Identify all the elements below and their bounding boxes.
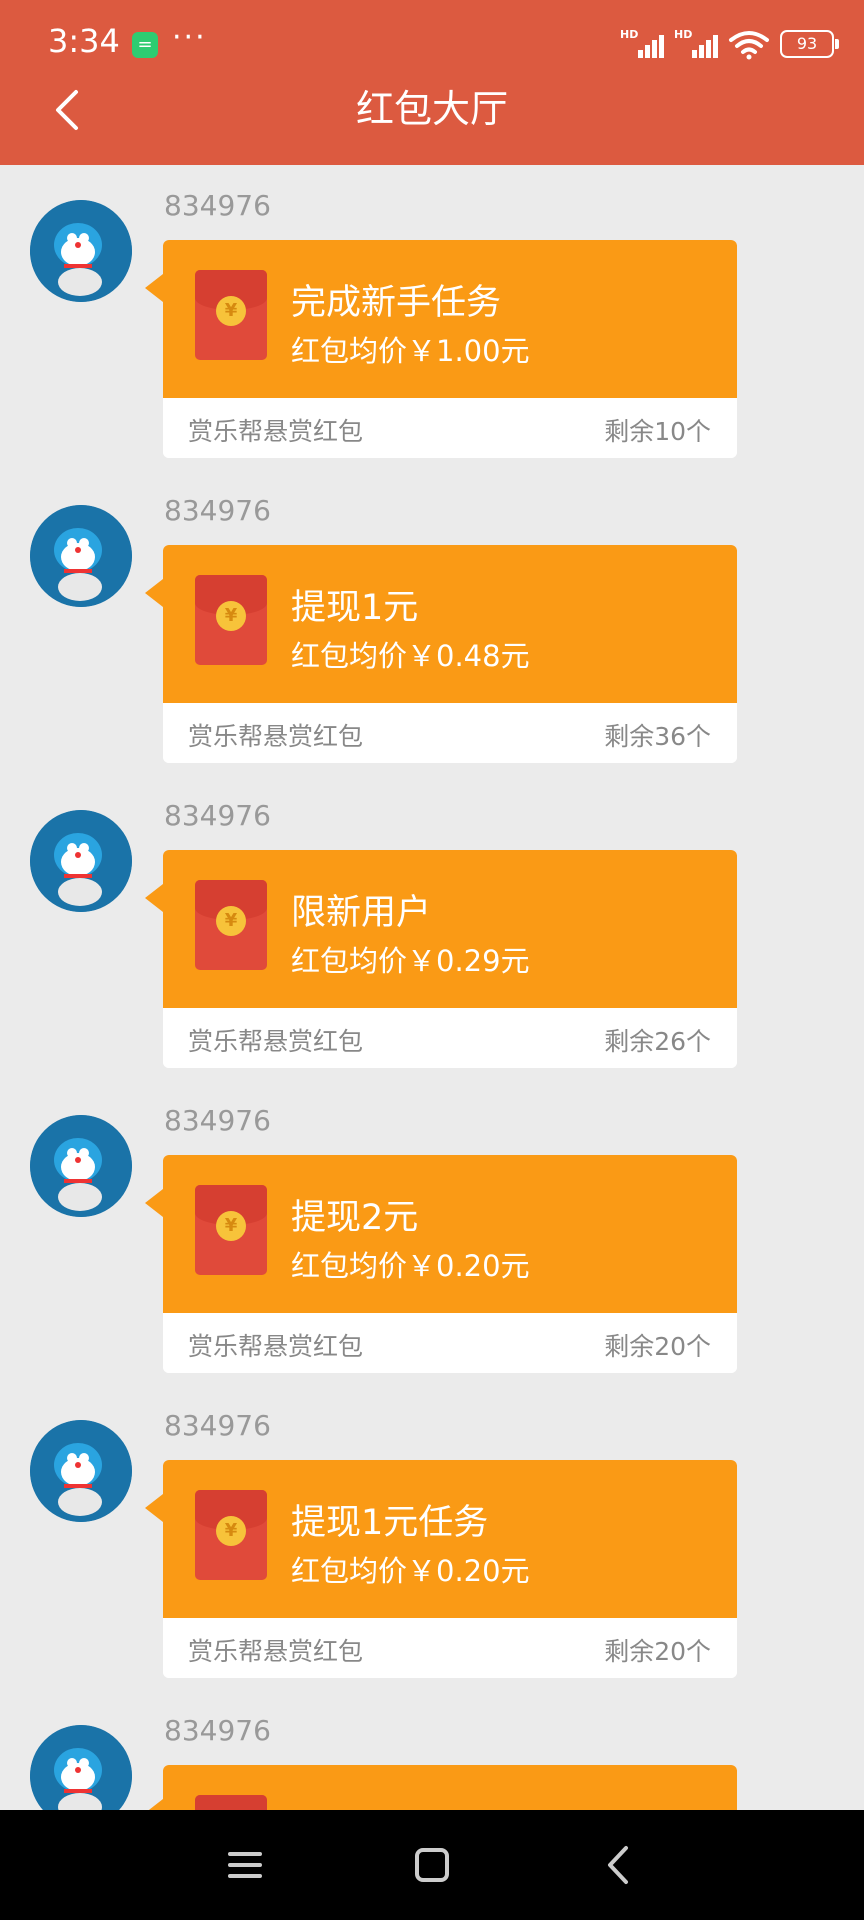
card-footer: 赏乐帮悬赏红包 剩余20个 xyxy=(163,1313,737,1373)
red-envelope-icon: ¥ xyxy=(195,1490,267,1580)
card-footer: 赏乐帮悬赏红包 剩余36个 xyxy=(163,703,737,763)
card-footer: 赏乐帮悬赏红包 剩余20个 xyxy=(163,1618,737,1678)
remaining-count: 剩余20个 xyxy=(604,1637,711,1666)
page-title: 红包大厅 xyxy=(355,87,508,131)
battery-level: 93 xyxy=(796,34,818,53)
wifi-icon xyxy=(729,31,769,60)
bubble-arrow xyxy=(145,1189,163,1217)
red-envelope-card[interactable]: ¥ xyxy=(163,1765,737,1810)
card-header: ¥ xyxy=(163,1765,737,1810)
sender-name: 834976 xyxy=(164,1714,271,1747)
more-notifications-icon: ··· xyxy=(172,20,207,55)
card-footer: 赏乐帮悬赏红包 剩余10个 xyxy=(163,398,737,458)
status-indicators: HD HD 93 xyxy=(620,26,839,62)
envelope-title: 限新用户 xyxy=(291,893,432,933)
red-envelope-card[interactable]: ¥ 完成新手任务 红包均价￥1.00元 赏乐帮悬赏红包 剩余10个 xyxy=(163,240,737,458)
cellular-signal-2-icon: HD xyxy=(674,28,718,60)
list-item: 834976 ¥ 提现2元 红包均价￥0.20元 赏乐帮悬赏红包 剩余20个 xyxy=(0,1080,864,1385)
bubble-arrow xyxy=(145,579,163,607)
list-item: 834976 ¥ 完成新手任务 红包均价￥1.00元 赏乐帮悬赏红包 剩余10个 xyxy=(0,165,864,470)
envelope-price: 红包均价￥0.20元 xyxy=(291,1249,530,1283)
avatar[interactable] xyxy=(30,505,132,607)
envelope-price: 红包均价￥0.48元 xyxy=(291,639,530,673)
back-chevron-icon[interactable] xyxy=(596,1842,642,1888)
envelope-title: 提现1元 xyxy=(291,588,419,628)
envelope-price: 红包均价￥1.00元 xyxy=(291,334,530,368)
card-footer: 赏乐帮悬赏红包 剩余26个 xyxy=(163,1008,737,1068)
system-navigation-bar xyxy=(0,1810,864,1920)
card-header: ¥ 完成新手任务 红包均价￥1.00元 xyxy=(163,240,737,398)
home-square-icon[interactable] xyxy=(409,1842,455,1888)
envelope-source: 赏乐帮悬赏红包 xyxy=(188,1332,364,1361)
red-envelope-card[interactable]: ¥ 限新用户 红包均价￥0.29元 赏乐帮悬赏红包 剩余26个 xyxy=(163,850,737,1068)
app-header: 3:34 = ··· HD HD 93 红包大厅 xyxy=(0,0,864,165)
avatar[interactable] xyxy=(30,1115,132,1217)
list-item: 834976 ¥ 提现1元 红包均价￥0.48元 赏乐帮悬赏红包 剩余36个 xyxy=(0,470,864,775)
bubble-arrow xyxy=(145,1799,163,1810)
red-envelope-card[interactable]: ¥ 提现1元任务 红包均价￥0.20元 赏乐帮悬赏红包 剩余20个 xyxy=(163,1460,737,1678)
bubble-arrow xyxy=(145,1494,163,1522)
sender-name: 834976 xyxy=(164,189,271,222)
status-bar: 3:34 = ··· HD HD 93 xyxy=(0,0,864,88)
envelope-title: 提现1元任务 xyxy=(291,1503,489,1543)
cellular-signal-icon: HD xyxy=(620,28,664,60)
envelope-title: 完成新手任务 xyxy=(291,283,502,323)
envelope-source: 赏乐帮悬赏红包 xyxy=(188,722,364,751)
red-envelope-icon: ¥ xyxy=(195,1795,267,1810)
message-app-icon: = xyxy=(132,32,158,58)
avatar[interactable] xyxy=(30,810,132,912)
remaining-count: 剩余20个 xyxy=(604,1332,711,1361)
envelope-price: 红包均价￥0.29元 xyxy=(291,944,530,978)
avatar[interactable] xyxy=(30,200,132,302)
remaining-count: 剩余36个 xyxy=(604,722,711,751)
remaining-count: 剩余26个 xyxy=(604,1027,711,1056)
red-envelope-icon: ¥ xyxy=(195,270,267,360)
red-envelope-icon: ¥ xyxy=(195,575,267,665)
red-envelope-icon: ¥ xyxy=(195,880,267,970)
list-item: 834976 ¥ 提现1元任务 红包均价￥0.20元 赏乐帮悬赏红包 剩余20个 xyxy=(0,1385,864,1690)
envelope-source: 赏乐帮悬赏红包 xyxy=(188,1027,364,1056)
sender-name: 834976 xyxy=(164,799,271,832)
avatar[interactable] xyxy=(30,1420,132,1522)
sender-name: 834976 xyxy=(164,1104,271,1137)
envelope-price: 红包均价￥0.20元 xyxy=(291,1554,530,1588)
red-envelope-card[interactable]: ¥ 提现2元 红包均价￥0.20元 赏乐帮悬赏红包 剩余20个 xyxy=(163,1155,737,1373)
menu-icon[interactable] xyxy=(222,1842,268,1888)
envelope-title: 提现2元 xyxy=(291,1198,419,1238)
red-envelope-icon: ¥ xyxy=(195,1185,267,1275)
envelope-source: 赏乐帮悬赏红包 xyxy=(188,1637,364,1666)
remaining-count: 剩余10个 xyxy=(604,417,711,446)
card-header: ¥ 提现1元任务 红包均价￥0.20元 xyxy=(163,1460,737,1618)
status-time: 3:34 xyxy=(48,22,120,60)
bubble-arrow xyxy=(145,274,163,302)
avatar[interactable] xyxy=(30,1725,132,1810)
card-header: ¥ 限新用户 红包均价￥0.29元 xyxy=(163,850,737,1008)
card-header: ¥ 提现2元 红包均价￥0.20元 xyxy=(163,1155,737,1313)
sender-name: 834976 xyxy=(164,1409,271,1442)
red-envelope-list[interactable]: 834976 ¥ 完成新手任务 红包均价￥1.00元 赏乐帮悬赏红包 剩余10个… xyxy=(0,165,864,1810)
envelope-source: 赏乐帮悬赏红包 xyxy=(188,417,364,446)
card-header: ¥ 提现1元 红包均价￥0.48元 xyxy=(163,545,737,703)
bubble-arrow xyxy=(145,884,163,912)
sender-name: 834976 xyxy=(164,494,271,527)
battery-icon: 93 xyxy=(780,30,839,58)
list-item: 834976 ¥ xyxy=(0,1690,864,1810)
red-envelope-card[interactable]: ¥ 提现1元 红包均价￥0.48元 赏乐帮悬赏红包 剩余36个 xyxy=(163,545,737,763)
list-item: 834976 ¥ 限新用户 红包均价￥0.29元 赏乐帮悬赏红包 剩余26个 xyxy=(0,775,864,1080)
